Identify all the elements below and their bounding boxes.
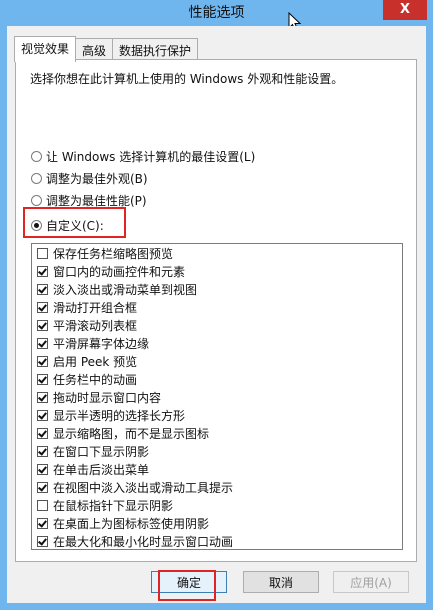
radio-best-appearance[interactable]: 调整为最佳外观(B)	[31, 170, 148, 187]
dialog-body: 视觉效果 高级 数据执行保护 选择你想在此计算机上使用的 Windows 外观和…	[7, 26, 426, 603]
checkbox[interactable]	[37, 283, 48, 295]
effect-item[interactable]: 显示缩略图，而不是显示图标	[37, 424, 209, 442]
window-title: 性能选项	[188, 5, 245, 21]
radio-circle[interactable]	[31, 151, 42, 162]
cancel-button[interactable]: 取消	[243, 571, 319, 593]
effect-item[interactable]: 窗口内的动画控件和元素	[37, 262, 185, 280]
effect-label: 保存任务栏缩略图预览	[53, 246, 174, 261]
effect-item[interactable]: 启用 Peek 预览	[37, 352, 137, 370]
radio-circle[interactable]	[31, 173, 42, 184]
checkbox[interactable]	[37, 355, 48, 367]
effect-item[interactable]: 在窗口下显示阴影	[37, 442, 149, 460]
effect-label: 在单击后淡出菜单	[53, 462, 150, 477]
checkbox[interactable]	[37, 445, 48, 457]
tab-data-execution-prevention[interactable]: 数据执行保护	[112, 38, 199, 61]
effect-label: 显示半透明的选择长方形	[53, 408, 186, 423]
checkbox[interactable]	[37, 427, 48, 439]
checkbox[interactable]	[37, 265, 48, 277]
checkbox[interactable]	[37, 391, 48, 403]
effect-item[interactable]: 淡入淡出或滑动菜单到视图	[37, 280, 197, 298]
effect-item[interactable]: 在鼠标指针下显示阴影	[37, 496, 173, 514]
effect-item[interactable]: 平滑屏幕字体边缘	[37, 334, 149, 352]
checkbox[interactable]	[37, 319, 48, 331]
radio-let-windows-choose[interactable]: 让 Windows 选择计算机的最佳设置(L)	[31, 148, 255, 165]
checkbox[interactable]	[37, 373, 48, 385]
effect-label: 平滑滚动列表框	[53, 318, 138, 333]
apply-button[interactable]: 应用(A)	[333, 571, 409, 593]
red-highlight-box-ok	[158, 570, 216, 601]
effect-item[interactable]: 显示半透明的选择长方形	[37, 406, 185, 424]
effect-label: 在最大化和最小化时显示窗口动画	[53, 534, 234, 549]
checkbox[interactable]	[37, 499, 48, 511]
checkbox[interactable]	[37, 517, 48, 529]
checkbox[interactable]	[37, 247, 48, 259]
effect-item[interactable]: 滑动打开组合框	[37, 298, 137, 316]
checkbox[interactable]	[37, 337, 48, 349]
checkbox[interactable]	[37, 301, 48, 313]
effect-label: 在视图中淡入淡出或滑动工具提示	[53, 480, 234, 495]
panel-description: 选择你想在此计算机上使用的 Windows 外观和性能设置。	[30, 72, 344, 86]
effect-item[interactable]: 在桌面上为图标标签使用阴影	[37, 514, 209, 532]
checkbox[interactable]	[37, 481, 48, 493]
effect-label: 显示缩略图，而不是显示图标	[53, 426, 210, 441]
radio-label: 调整为最佳外观(B)	[46, 172, 148, 186]
effect-item[interactable]: 拖动时显示窗口内容	[37, 388, 161, 406]
red-highlight-box-custom	[23, 207, 126, 238]
effect-label: 淡入淡出或滑动菜单到视图	[53, 282, 198, 297]
effects-checkbox-list[interactable]: 保存任务栏缩略图预览 窗口内的动画控件和元素 淡入淡出或滑动菜单到视图 滑动打开…	[31, 243, 403, 550]
checkbox[interactable]	[37, 409, 48, 421]
effect-item[interactable]: 任务栏中的动画	[37, 370, 137, 388]
effect-label: 在窗口下显示阴影	[53, 444, 150, 459]
effect-item[interactable]: 平滑滚动列表框	[37, 316, 137, 334]
effect-label: 拖动时显示窗口内容	[53, 390, 162, 405]
effect-label: 任务栏中的动画	[53, 372, 138, 387]
close-icon: X	[399, 2, 411, 17]
effect-item[interactable]: 在单击后淡出菜单	[37, 460, 149, 478]
title-bar[interactable]: 性能选项 X	[0, 0, 433, 32]
visual-effects-panel: 选择你想在此计算机上使用的 Windows 外观和性能设置。 让 Windows…	[15, 59, 417, 562]
checkbox[interactable]	[37, 463, 48, 475]
close-button[interactable]: X	[383, 0, 427, 20]
effect-label: 在桌面上为图标标签使用阴影	[53, 516, 210, 531]
tab-visual-effects[interactable]: 视觉效果	[14, 36, 77, 62]
tab-strip: 视觉效果 高级 数据执行保护	[14, 36, 199, 62]
checkbox[interactable]	[37, 535, 48, 547]
radio-label: 让 Windows 选择计算机的最佳设置(L)	[46, 150, 256, 164]
effect-label: 平滑屏幕字体边缘	[53, 336, 150, 351]
radio-circle[interactable]	[31, 195, 42, 206]
effect-item[interactable]: 保存任务栏缩略图预览	[37, 244, 173, 262]
effect-label: 窗口内的动画控件和元素	[53, 264, 186, 279]
effect-label: 启用 Peek 预览	[53, 354, 138, 369]
effect-item[interactable]: 在最大化和最小化时显示窗口动画	[37, 532, 233, 550]
effect-label: 滑动打开组合框	[53, 300, 138, 315]
performance-options-window: 性能选项 X 视觉效果 高级 数据执行保护 选择你想在此计算机上使用的 Wind…	[0, 0, 433, 610]
effect-item[interactable]: 在视图中淡入淡出或滑动工具提示	[37, 478, 233, 496]
tab-advanced[interactable]: 高级	[75, 38, 114, 61]
effect-label: 在鼠标指针下显示阴影	[53, 498, 174, 513]
